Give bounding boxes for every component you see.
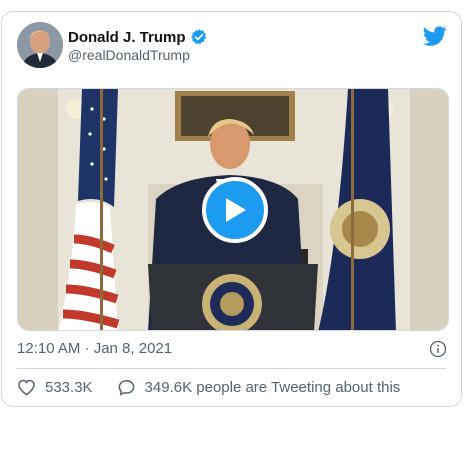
author-handle[interactable]: @realDonaldTrump	[68, 47, 190, 63]
play-button[interactable]	[202, 177, 268, 243]
like-button[interactable]: 533.3K	[17, 378, 93, 397]
info-icon[interactable]	[429, 340, 447, 358]
tweet-timestamp[interactable]: 12:10 AM · Jan 8, 2021	[17, 340, 172, 357]
action-bar: 533.3K 349.6K people are Tweeting about …	[17, 378, 400, 397]
conversation-link[interactable]: 349.6K people are Tweeting about this	[117, 378, 401, 397]
twitter-bird-icon[interactable]	[422, 24, 447, 48]
author-row[interactable]: Donald J. Trump	[68, 28, 208, 46]
like-count: 533.3K	[45, 379, 93, 396]
video-thumbnail[interactable]	[17, 88, 449, 331]
avatar[interactable]	[17, 22, 63, 68]
speech-bubble-icon	[118, 380, 134, 396]
author-name[interactable]: Donald J. Trump	[68, 29, 186, 46]
verified-badge-icon	[190, 28, 208, 46]
play-icon	[226, 198, 246, 222]
heart-icon	[18, 379, 35, 396]
divider	[17, 368, 446, 369]
conversation-text: 349.6K people are Tweeting about this	[144, 379, 401, 396]
tweet-card[interactable]: Donald J. Trump @realDonaldTrump 12:10 A…	[1, 11, 462, 407]
